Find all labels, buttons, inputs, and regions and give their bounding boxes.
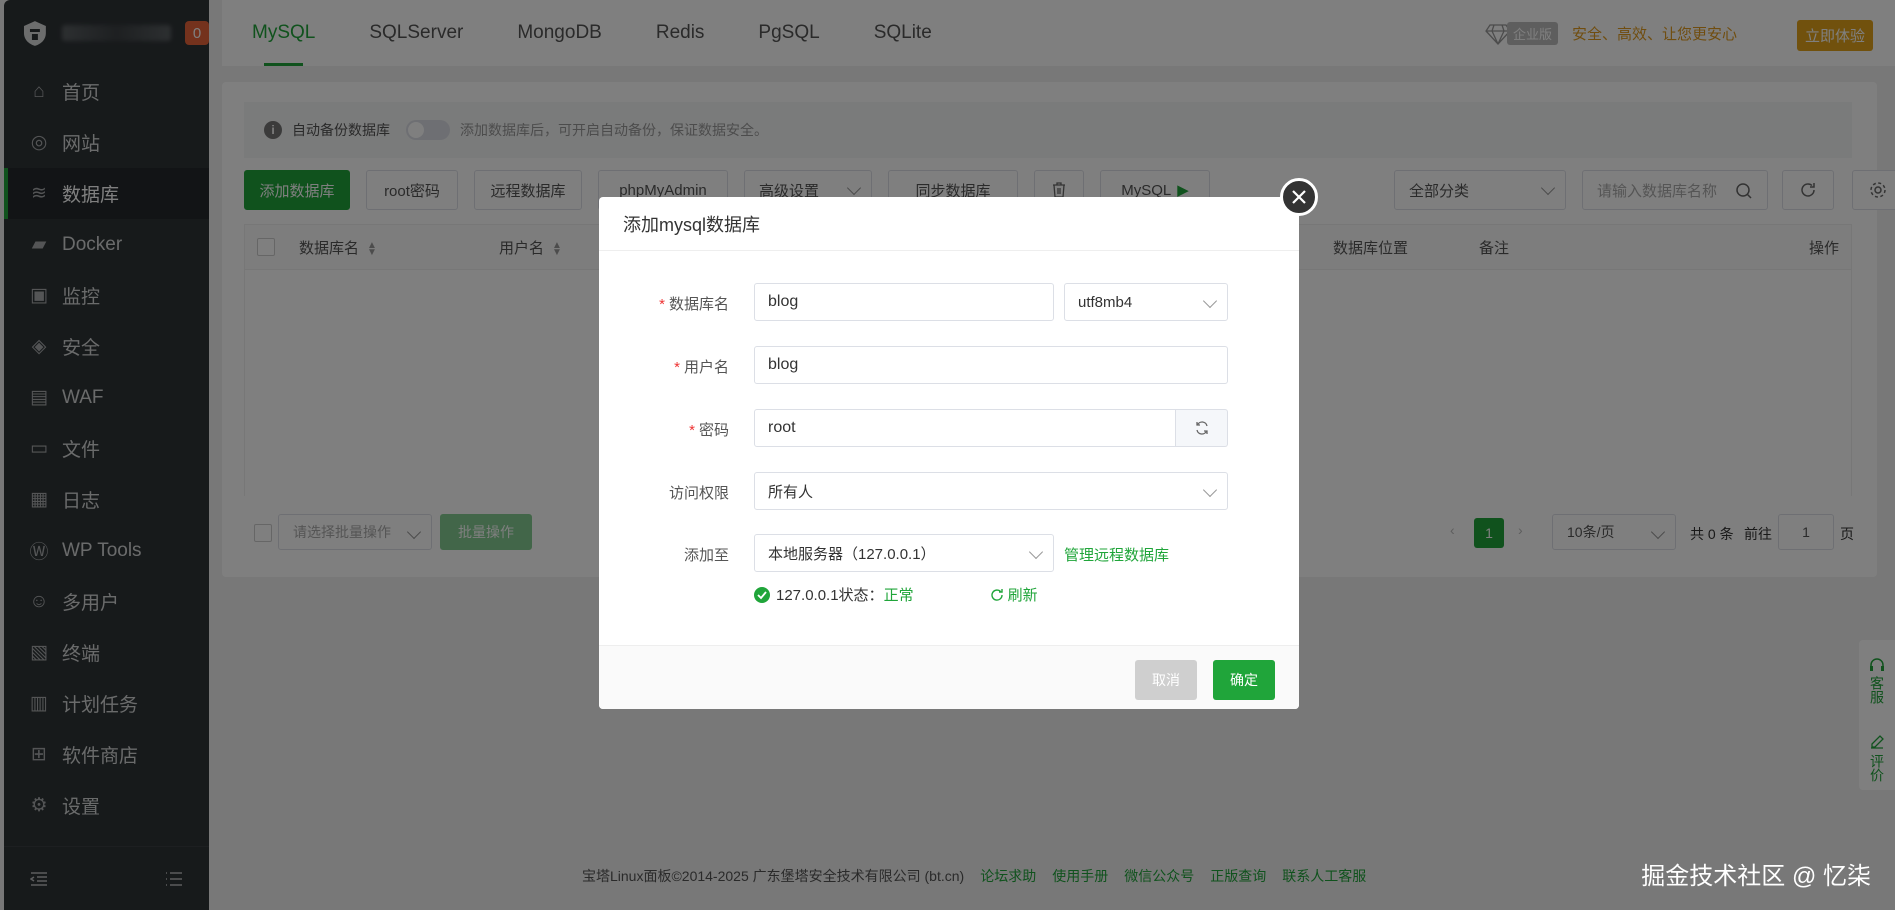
server-value: 本地服务器（127.0.0.1）	[768, 545, 936, 563]
status-prefix: 127.0.0.1状态：	[776, 587, 884, 604]
charset-select[interactable]: utf8mb4	[1064, 283, 1228, 321]
dialog-footer: 取消 确定	[599, 645, 1299, 709]
check-circle-icon	[754, 586, 770, 603]
db-name-input[interactable]: blog	[754, 283, 1054, 321]
access-select[interactable]: 所有人	[754, 472, 1228, 510]
dialog-title: 添加mysql数据库	[599, 197, 1299, 251]
refresh-icon	[1195, 421, 1208, 435]
password-row: * 密码 root	[599, 409, 1299, 449]
db-name-label: * 数据库名	[659, 293, 729, 314]
username-label: * 用户名	[674, 356, 729, 377]
required-mark: *	[689, 422, 695, 439]
confirm-button[interactable]: 确定	[1213, 660, 1275, 700]
manage-remote-db-link[interactable]: 管理远程数据库	[1064, 544, 1169, 565]
db-name-row: * 数据库名 blog utf8mb4	[599, 283, 1299, 323]
refresh-icon	[990, 588, 1003, 601]
add-to-row: 添加至 本地服务器（127.0.0.1） 管理远程数据库	[599, 534, 1299, 574]
username-row: * 用户名 blog	[599, 346, 1299, 386]
db-name-label-text: 数据库名	[668, 296, 729, 313]
username-input[interactable]: blog	[754, 346, 1228, 384]
chevron-down-icon	[1202, 293, 1218, 309]
access-row: 访问权限 所有人	[599, 472, 1299, 512]
username-label-text: 用户名	[683, 359, 729, 376]
add-to-label: 添加至	[683, 547, 729, 564]
server-select[interactable]: 本地服务器（127.0.0.1）	[754, 534, 1054, 572]
password-label: * 密码	[689, 419, 729, 440]
access-value: 所有人	[768, 483, 814, 501]
password-input[interactable]: root	[754, 409, 1176, 447]
access-label: 访问权限	[668, 485, 729, 502]
status-value: 正常	[883, 587, 914, 604]
required-mark: *	[659, 296, 665, 313]
generate-password-button[interactable]	[1176, 409, 1228, 447]
close-dialog-button[interactable]	[1280, 178, 1318, 216]
cancel-button[interactable]: 取消	[1135, 660, 1197, 700]
required-mark: *	[674, 359, 680, 376]
status-refresh-link[interactable]: 刷新	[990, 584, 1038, 605]
add-mysql-database-dialog: 添加mysql数据库 * 数据库名 blog utf8mb4 * 用户名 blog …	[599, 197, 1299, 709]
password-label-text: 密码	[698, 422, 729, 439]
chevron-down-icon	[1202, 482, 1218, 498]
close-icon	[1292, 190, 1306, 204]
charset-value: utf8mb4	[1078, 293, 1133, 311]
chevron-down-icon	[1028, 544, 1044, 560]
status-refresh-label: 刷新	[1007, 587, 1038, 604]
server-status: 127.0.0.1状态： 正常 刷新	[754, 584, 1038, 605]
watermark: 掘金技术社区 @ 忆柒	[1641, 863, 1871, 890]
